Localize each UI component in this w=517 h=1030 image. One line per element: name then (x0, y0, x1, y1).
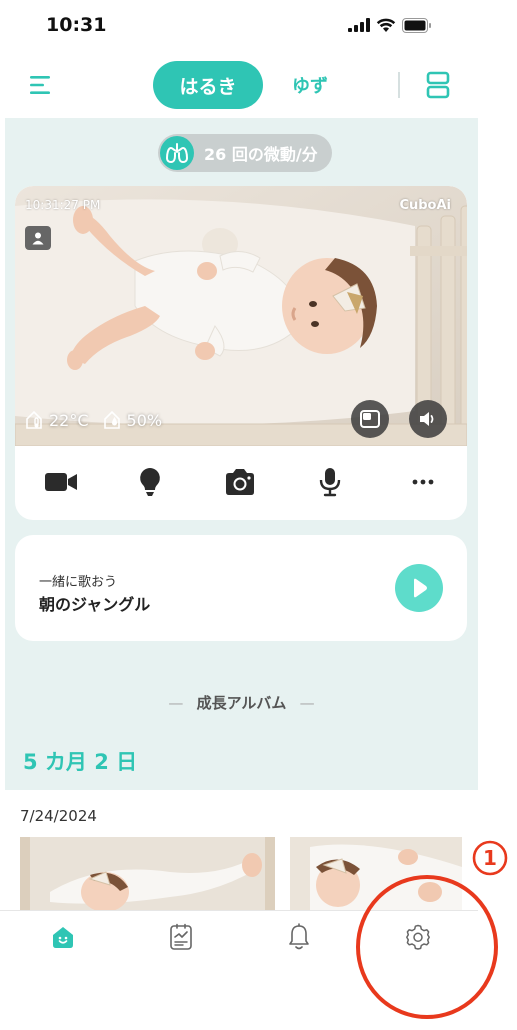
album-photo[interactable] (290, 837, 462, 912)
play-icon (414, 578, 427, 598)
album-header-title: 成長アルバム (196, 694, 287, 712)
picture-in-picture-icon[interactable] (351, 400, 389, 438)
album-header: — 成長アルバム — (5, 692, 478, 713)
temperature-icon (26, 410, 42, 429)
home-icon[interactable] (47, 921, 79, 953)
video-brand-watermark: CuboAi (399, 198, 451, 213)
camera-controls (15, 446, 467, 520)
night-light-icon[interactable] (132, 464, 168, 500)
lungs-icon (160, 136, 194, 170)
status-bar: 10:31 (0, 0, 478, 52)
video-feed[interactable]: 10:31:27 PM CuboAi 22°C 50% (15, 186, 467, 446)
humidity-value: 50% (126, 410, 163, 430)
app-screen: 10:31 はるき ゆず 26 回の微動/分 10:31:27 PM CuboA… (0, 0, 478, 1030)
humidity-icon (103, 410, 120, 429)
annotation-marker: 1 (472, 840, 508, 876)
tab-yuzu[interactable]: ゆず (280, 61, 340, 109)
volume-icon[interactable] (409, 400, 447, 438)
status-icons (348, 15, 432, 35)
report-icon[interactable] (165, 921, 197, 953)
temperature-reading: 22°C (25, 410, 89, 430)
breath-count: 26 回の微動/分 (204, 145, 318, 164)
status-time: 10:31 (46, 14, 107, 36)
camera-snapshot-icon[interactable] (222, 464, 258, 500)
music-card[interactable]: 一緒に歌おう 朝のジャングル (15, 535, 467, 641)
camera-card: 10:31:27 PM CuboAi 22°C 50% (15, 186, 467, 520)
temperature-value: 22°C (49, 410, 89, 430)
nav-bar: はるき ゆず (0, 56, 478, 116)
breath-badge: 26 回の微動/分 (158, 134, 332, 172)
signal-icon (348, 18, 370, 32)
baby-video-image (15, 186, 467, 446)
layout-icon[interactable] (424, 70, 452, 100)
battery-icon (402, 17, 431, 33)
video-timestamp: 10:31:27 PM (25, 198, 101, 212)
album-date: 7/24/2024 (20, 807, 97, 825)
bottom-tab-bar (0, 910, 478, 1030)
notification-icon[interactable] (283, 921, 315, 953)
baby-age: 5 カ月 2 日 (23, 750, 138, 774)
svg-text:1: 1 (483, 846, 497, 870)
settings-icon[interactable] (402, 921, 434, 953)
album-header-right-dash: — (299, 694, 315, 712)
menu-icon[interactable] (28, 72, 54, 98)
album-header-left-dash: — (168, 694, 184, 712)
microphone-icon[interactable] (312, 464, 348, 500)
music-subtitle: 一緒に歌おう (39, 575, 118, 590)
main-content: 26 回の微動/分 10:31:27 PM CuboAi 22°C 50% 一緒… (5, 118, 478, 790)
play-button[interactable] (395, 564, 443, 612)
environment-readings: 22°C 50% (25, 410, 162, 430)
music-title: 朝のジャングル (39, 595, 151, 614)
tab-haruki[interactable]: はるき (153, 61, 263, 109)
wifi-icon (376, 18, 396, 32)
album-photo[interactable] (20, 837, 275, 912)
more-icon[interactable] (405, 464, 441, 500)
humidity-reading: 50% (103, 410, 163, 430)
nav-divider (398, 72, 400, 98)
video-record-icon[interactable] (43, 464, 79, 500)
profile-icon[interactable] (25, 226, 51, 250)
